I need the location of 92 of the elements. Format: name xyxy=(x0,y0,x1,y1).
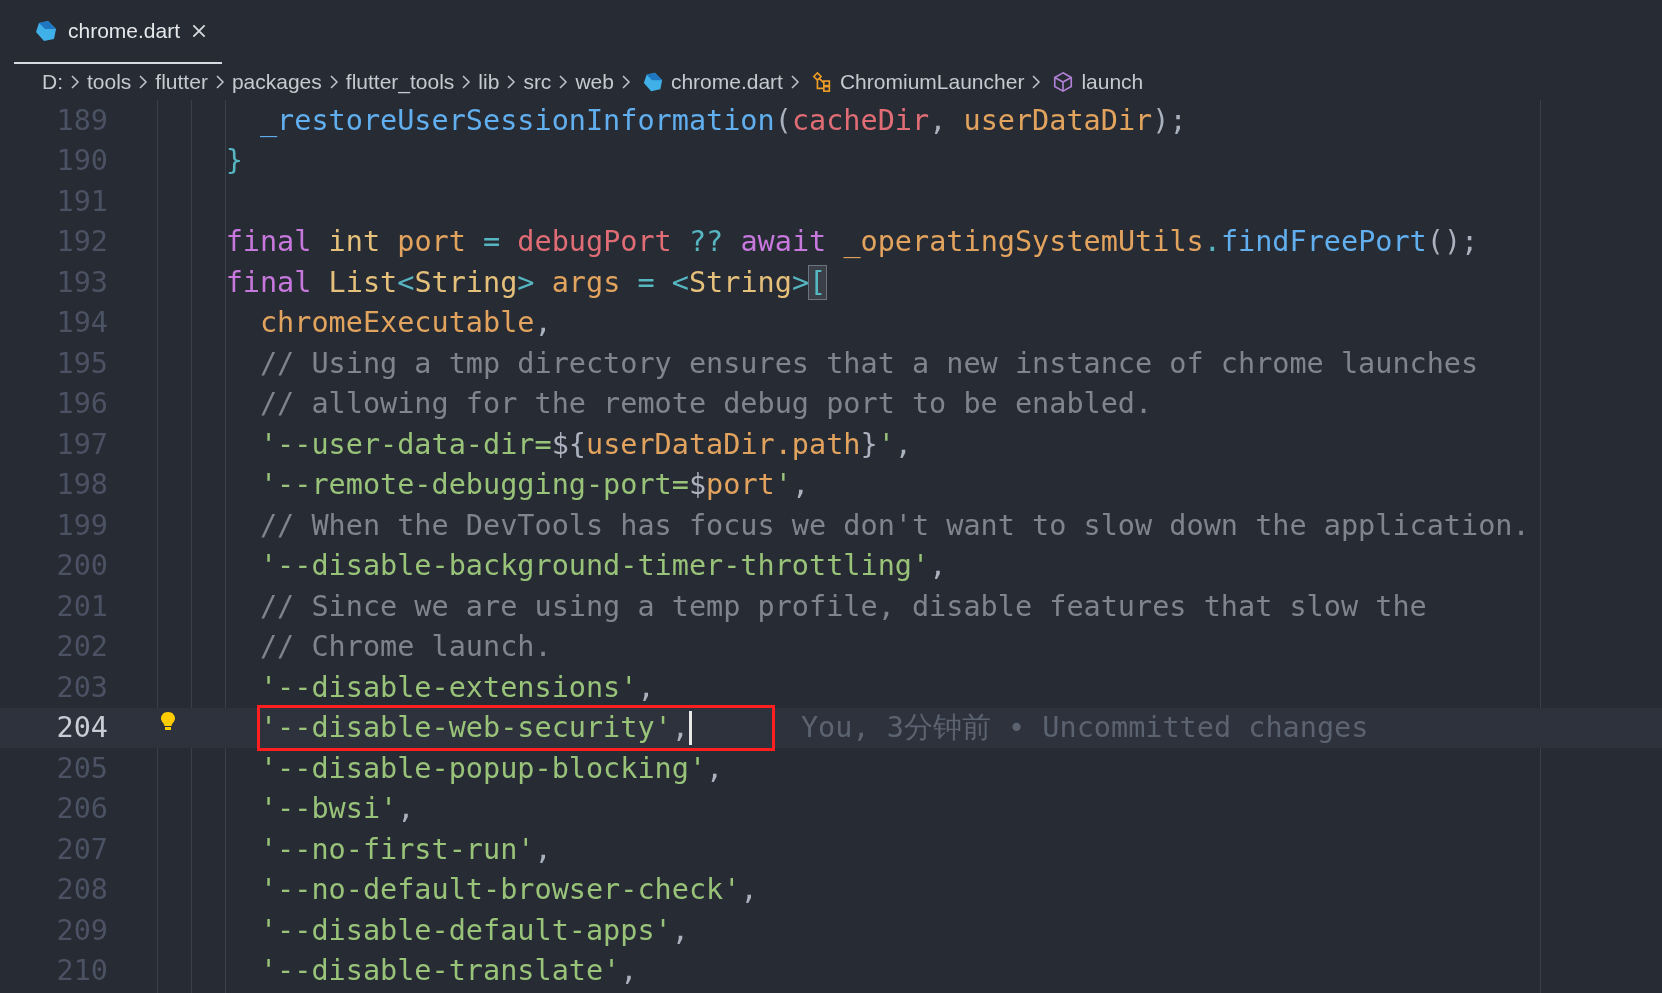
code-token: String xyxy=(688,265,792,299)
code-token: , xyxy=(620,954,638,988)
chevron-icon xyxy=(214,74,225,90)
code-token: , xyxy=(534,832,552,866)
breadcrumb-item[interactable]: src xyxy=(523,70,552,94)
code-token: , xyxy=(740,873,758,907)
code-token: ?? xyxy=(687,225,725,259)
chevron-icon xyxy=(789,74,800,90)
code-token: String xyxy=(414,265,518,299)
code-token: , xyxy=(894,427,913,461)
breadcrumb-item[interactable]: tools xyxy=(87,70,132,94)
code-token: // allowing for the remote debug port to be enabled. xyxy=(259,387,1153,421)
class-icon xyxy=(810,71,833,93)
breadcrumb-item[interactable]: web xyxy=(575,70,614,94)
breadcrumb-item[interactable]: lib xyxy=(478,70,500,94)
code-token: } xyxy=(225,144,243,178)
code-token: await xyxy=(740,225,828,259)
code-token: > xyxy=(517,265,536,299)
code-token: (); xyxy=(1426,225,1479,259)
code-token: '--no-default-browser-check' xyxy=(259,873,741,907)
code-token: > xyxy=(791,265,810,299)
breadcrumb-item[interactable]: packages xyxy=(231,70,322,94)
chevron-icon xyxy=(506,74,517,90)
code-token: , xyxy=(637,670,655,704)
code-token: '--no-first-run' xyxy=(259,832,535,866)
breadcrumb-item[interactable]: D: xyxy=(42,70,63,94)
chevron-icon xyxy=(70,74,80,90)
breadcrumb-item[interactable]: flutter xyxy=(155,70,208,94)
code-token: '--disable-extensions' xyxy=(259,670,638,704)
code-token: ${ xyxy=(551,427,586,461)
code-token: // When the DevTools has focus we don't want to slow down the application. xyxy=(259,508,1530,542)
chevron-icon xyxy=(620,74,631,90)
chevron-icon xyxy=(1031,74,1042,90)
code-token: findFreePort xyxy=(1220,225,1427,259)
code-token: final xyxy=(225,225,313,259)
code-token: , xyxy=(534,306,552,340)
code-token: '--disable-translate' xyxy=(259,954,621,988)
breadcrumb-item[interactable]: flutter_tools xyxy=(345,70,455,94)
code-token: [ xyxy=(809,265,827,299)
breadcrumb-item[interactable]: launch xyxy=(1081,70,1144,94)
code-token: cacheDir xyxy=(791,103,930,137)
code-token: _operatingSystemUtils xyxy=(843,225,1204,259)
code-token: = xyxy=(482,225,502,259)
chevron-icon xyxy=(461,74,472,90)
code-token: userDataDir xyxy=(963,103,1153,137)
breadcrumb-item[interactable]: chrome.dart xyxy=(670,70,783,94)
code-token: < xyxy=(397,265,415,299)
chevron-icon xyxy=(558,74,569,90)
code-token: ' xyxy=(774,468,792,502)
code-token: '--bwsi' xyxy=(259,792,398,826)
chevron-icon xyxy=(138,74,149,90)
chevron-icon xyxy=(328,74,339,90)
code-token: // Since we are using a temp profile, disable features that slow the xyxy=(259,589,1427,623)
code-token: '--user-data-dir= xyxy=(259,427,552,461)
code-token: , xyxy=(397,792,415,826)
code-token: } xyxy=(860,427,878,461)
code-token: ' xyxy=(877,427,895,461)
code-token: , xyxy=(929,103,948,137)
dart-file-icon xyxy=(641,71,664,93)
code-token: , xyxy=(929,549,947,583)
code-token: . xyxy=(1203,225,1221,259)
lightbulb-icon[interactable] xyxy=(160,710,176,733)
code-token: int xyxy=(328,225,382,259)
code-token: , xyxy=(671,711,689,745)
code-token: _restoreUserSessionInformation xyxy=(259,103,775,137)
code-token: List xyxy=(328,265,398,299)
code-token: '--disable-default-apps' xyxy=(259,913,672,947)
line-number: 204 xyxy=(55,711,108,745)
code-token: port xyxy=(706,468,775,502)
code-token: '--disable-background-timer-throttling' xyxy=(259,549,930,583)
code-token: $ xyxy=(688,468,707,502)
code-token: '--remote-debugging-port= xyxy=(259,468,689,502)
code-token: final xyxy=(225,265,313,299)
dart-file-icon xyxy=(34,19,58,43)
code-token: , xyxy=(671,913,689,947)
code-token: port xyxy=(397,225,466,259)
code-token: '--disable-popup-blocking' xyxy=(259,751,707,785)
code-token: ); xyxy=(1152,103,1187,137)
code-token: // Using a tmp directory ensures that a new instance of chrome launches xyxy=(259,346,1479,380)
code-token: args xyxy=(551,265,621,299)
code-token: , xyxy=(706,751,724,785)
code-token: userDataDir.path xyxy=(585,427,861,461)
cube-icon xyxy=(1052,71,1075,93)
code-token: debugPort xyxy=(517,225,672,259)
code-token: = < xyxy=(636,265,689,299)
editor-tab[interactable]: chrome.dart xyxy=(14,0,223,64)
code-token: ( xyxy=(774,103,792,137)
code-token: // Chrome launch. xyxy=(259,630,552,664)
code-token: '--disable-web-security' xyxy=(259,711,672,745)
breadcrumb-item[interactable]: ChromiumLauncher xyxy=(839,70,1025,94)
code-token: , xyxy=(791,468,810,502)
code-token: chromeExecutable xyxy=(259,306,535,340)
